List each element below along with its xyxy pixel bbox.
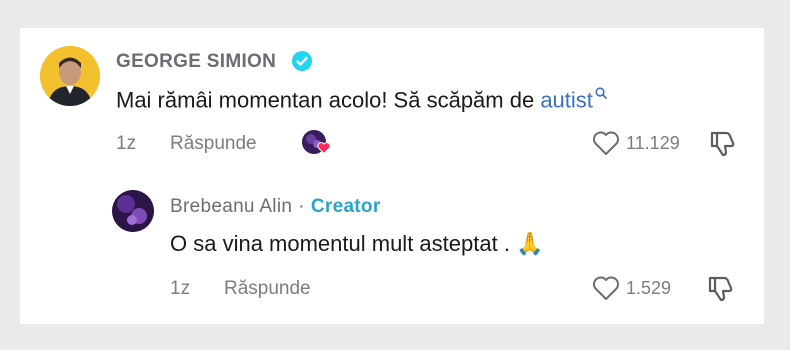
search-icon[interactable] xyxy=(595,87,607,99)
comment-card: GEORGE SIMION Mai rămâi momentan acolo! … xyxy=(20,28,764,324)
separator-dot: · xyxy=(298,196,305,217)
george-simion-avatar[interactable] xyxy=(40,46,100,106)
reply-timestamp: 1z xyxy=(170,278,191,299)
like-count: 11.129 xyxy=(626,132,680,153)
brebeanu-alin-avatar[interactable] xyxy=(112,190,154,232)
comment-timestamp: 1z xyxy=(116,133,137,154)
comment-author-name[interactable]: GEORGE SIMION xyxy=(116,51,276,73)
heart-icon xyxy=(593,131,619,155)
reply-like-count: 1.529 xyxy=(626,277,672,298)
reply-like-button[interactable]: 1.529 xyxy=(592,275,671,301)
mention-link[interactable]: autist xyxy=(540,87,593,112)
reply-button[interactable]: Răspunde xyxy=(170,133,257,155)
comment-text-body: Mai rămâi momentan acolo! Să scăpăm de xyxy=(116,87,541,113)
like-button[interactable]: 11.129 xyxy=(592,130,680,156)
reply-author-name[interactable]: Brebeanu Alin xyxy=(170,196,292,217)
comment-text: Mai rămâi momentan acolo! Să scăpăm de a… xyxy=(116,87,607,113)
thumbs-down-icon[interactable] xyxy=(708,129,738,157)
thumbs-down-icon[interactable] xyxy=(706,274,736,302)
reply-text: O sa vina momentul mult asteptat . 🙏 xyxy=(170,231,544,256)
heart-icon xyxy=(593,276,619,300)
heart-badge-icon xyxy=(317,142,331,154)
reply-to-reply-button[interactable]: Răspunde xyxy=(224,278,311,300)
reply-author-line: Brebeanu Alin · Creator xyxy=(170,196,381,218)
verified-badge-icon xyxy=(292,51,312,71)
creator-badge: Creator xyxy=(310,196,381,217)
